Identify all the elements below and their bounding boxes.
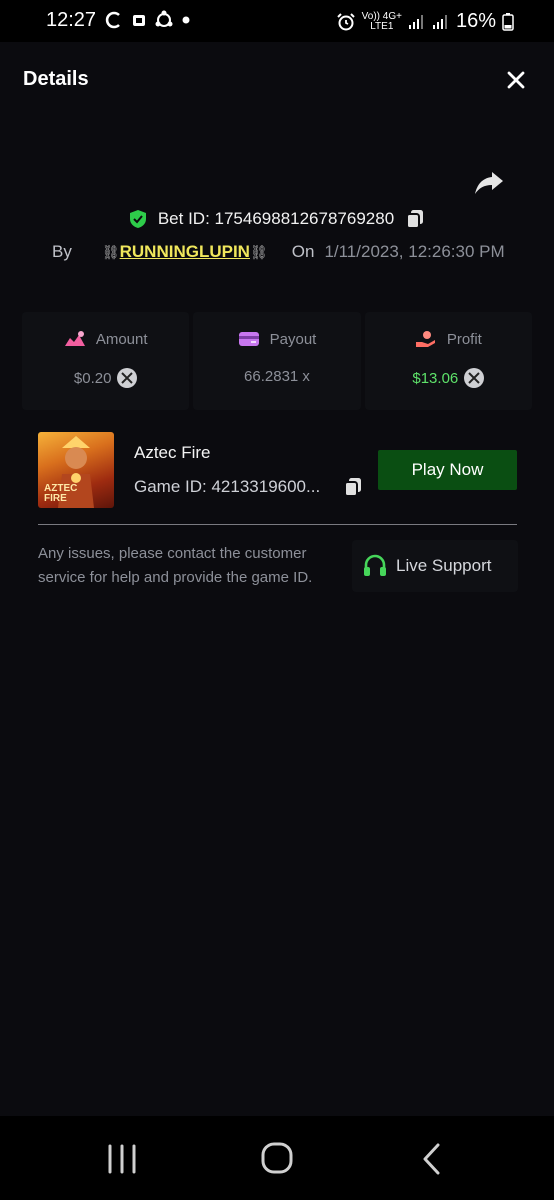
copy-bet-id-icon[interactable] [404,208,426,230]
status-bar: 12:27 Vo)) 4G+ LTE1 16% [0,0,554,42]
status-left-icons [104,10,190,30]
profit-value: $13.06 [412,369,459,387]
page-title: Details [23,68,89,90]
battery-icon [502,12,514,31]
live-support-button[interactable]: Live Support [352,540,518,592]
divider [38,524,517,525]
username-wrapper: ⛓ RUNNINGLUPIN ⛓ [102,242,268,262]
game-thumbnail[interactable]: AZTEC FIRE [38,432,114,508]
bet-id-row: Bet ID: 1754698812678769280 [0,208,554,230]
notification-dot-icon [182,16,190,24]
currency-coin-icon [117,368,138,388]
status-time: 12:27 [46,9,97,31]
sync-icon [105,11,120,29]
card-icon [238,332,259,346]
status-right-icons: Vo)) 4G+ LTE1 16% [336,10,514,33]
bet-author-row: By ⛓ RUNNINGLUPIN ⛓ On 1/11/2023, 12:26:… [52,242,505,262]
verified-shield-icon [129,210,146,228]
copy-game-id-icon[interactable] [342,476,364,498]
network-type: Vo)) 4G+ LTE1 [361,10,402,32]
payout-card: Payout 66.2831 x [193,312,361,410]
store-icon [133,15,145,26]
profit-hand-icon [415,331,435,347]
amount-label: Amount [95,330,148,348]
play-now-button[interactable]: Play Now [378,450,517,490]
on-label: On [291,242,315,261]
chain-left-icon: ⛓ [101,243,120,260]
share-icon[interactable] [472,166,506,200]
chain-right-icon: ⛓ [249,243,268,260]
bet-datetime: 1/11/2023, 12:26:30 PM [324,242,505,261]
home-icon[interactable] [257,1142,297,1176]
bet-stats: Amount $0.20 Payout 66.2831 x Profit $13… [22,312,532,410]
battery-percent: 16% [455,10,496,32]
live-support-label: Live Support [396,556,492,575]
close-icon[interactable] [504,68,528,92]
headset-icon [364,554,386,576]
signal-icon-2 [432,14,447,29]
support-message: Any issues, please contact the customer … [38,545,313,586]
system-nav-bar [0,1116,554,1200]
username-link[interactable]: RUNNINGLUPIN [120,242,250,262]
currency-coin-icon [464,368,485,388]
share-circle-icon [155,10,173,27]
recent-apps-icon[interactable] [102,1142,142,1176]
thumb-title-line-2: FIRE [44,493,67,504]
payout-value: 66.2831 x [244,368,310,385]
game-id: Game ID: 4213319600... [134,477,321,496]
back-icon[interactable] [412,1142,452,1176]
profit-card: Profit $13.06 [364,312,532,410]
payout-label: Payout [269,330,317,348]
amount-icon [64,331,85,346]
amount-card: Amount $0.20 [22,312,190,410]
details-header: Details [0,42,554,120]
amount-value: $0.20 [73,369,112,387]
game-name: Aztec Fire [134,443,211,462]
alarm-icon [336,12,355,30]
profit-label: Profit [446,330,482,348]
bet-id: Bet ID: 1754698812678769280 [157,209,395,228]
signal-icon-1 [408,14,423,29]
by-label: By [52,242,72,261]
